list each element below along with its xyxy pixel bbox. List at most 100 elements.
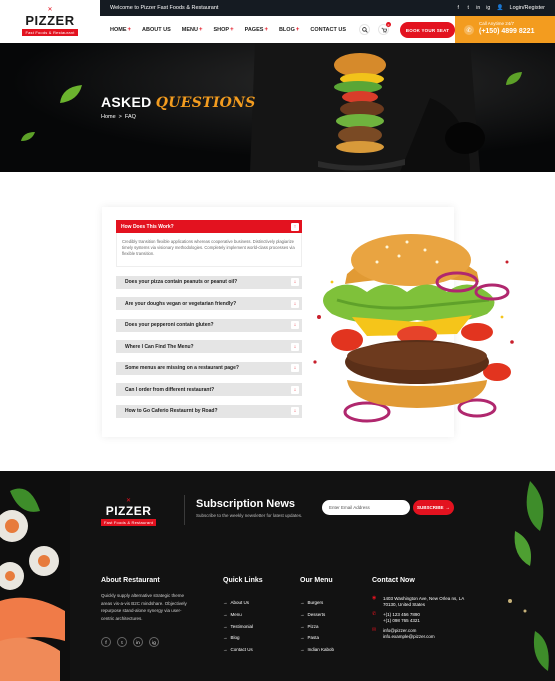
arrow-right-icon: → xyxy=(223,600,228,606)
footer: ✕ PIZZER Fast Foods & Restaurant Subscri… xyxy=(0,471,555,681)
faq-item[interactable]: Some menus are missing on a restaurant p… xyxy=(116,361,302,375)
nav-contact[interactable]: CONTACT US xyxy=(310,27,346,33)
menu-link[interactable]: → Pasta xyxy=(300,632,334,644)
search-icon[interactable] xyxy=(359,24,370,35)
login-register-link[interactable]: Login/Register xyxy=(510,5,545,11)
faq-item-open[interactable]: How Does This Work? ↑ xyxy=(116,220,302,233)
instagram-icon[interactable]: ig xyxy=(149,637,159,647)
chevron-down-icon[interactable]: ↓ xyxy=(291,321,299,329)
chevron-down-icon[interactable]: ↓ xyxy=(291,278,299,286)
quick-link[interactable]: → About Us xyxy=(223,597,253,609)
faq-item[interactable]: Are your doughs vegan or vegetarian frie… xyxy=(116,297,302,310)
about-title: About Restaurant xyxy=(101,577,160,584)
arrow-right-icon: → xyxy=(223,623,228,629)
nav-home[interactable]: HOME + xyxy=(110,27,131,33)
quick-link-label: Blog xyxy=(230,635,240,641)
about-text: Quickly supply alternative strategic the… xyxy=(101,593,187,621)
menu-link-label: Indian Kabob xyxy=(307,647,335,653)
faq-item[interactable]: Does your pizza contain peanuts or peanu… xyxy=(116,275,302,289)
chevron-down-icon[interactable]: ↓ xyxy=(291,342,299,351)
nav-blog[interactable]: BLOG + xyxy=(279,27,299,33)
nav-about-label: ABOUT US xyxy=(142,26,171,33)
call-block[interactable]: ✆ Call Anytime 24/7 (+150) 4899 8221 xyxy=(455,16,555,43)
cart-icon[interactable]: 0 xyxy=(378,22,391,35)
faq-question: Where I Can Find The Menu? xyxy=(125,343,194,350)
nav-pages[interactable]: PAGES + xyxy=(245,27,268,33)
linkedin-icon[interactable]: in xyxy=(133,637,143,647)
subscribe-button[interactable]: SUBSCRIBE → xyxy=(413,500,454,515)
arrow-right-icon: → xyxy=(300,600,305,606)
contact-email[interactable]: ✉ info@pizzer.com info.example@pizzer.co… xyxy=(372,627,472,639)
phone-icon: ✆ xyxy=(464,25,474,35)
faq-answer: Credibly transition flexible application… xyxy=(116,233,302,267)
menu-link-label: Desserts xyxy=(307,612,326,618)
nav-menu[interactable]: MENU + xyxy=(182,27,203,33)
linkedin-icon[interactable]: in xyxy=(476,5,481,11)
topbar-right: f t in ig 👤 Login/Register xyxy=(456,5,545,11)
twitter-icon[interactable]: t xyxy=(117,637,127,647)
faq-question: Does your pizza contain peanuts or peanu… xyxy=(125,279,238,285)
quick-link[interactable]: → Contact Us xyxy=(223,644,253,656)
sushi-image xyxy=(0,471,70,681)
faq-list: How Does This Work? ↑ Credibly transitio… xyxy=(116,220,302,418)
faq-question: Some menus are missing on a restaurant p… xyxy=(125,365,239,371)
header-logo[interactable]: ✕ PIZZER Fast Foods & Restaurant xyxy=(0,0,100,43)
quick-link[interactable]: → Menu xyxy=(223,609,253,621)
user-icon: 👤 xyxy=(496,5,504,11)
subscription-desc: Subscribe to the weekly newsletter for l… xyxy=(196,513,303,518)
plus-icon: + xyxy=(295,26,300,33)
facebook-icon[interactable]: f xyxy=(101,637,111,647)
chevron-up-icon[interactable]: ↑ xyxy=(291,222,299,231)
leaf-icon xyxy=(21,132,35,141)
book-seat-button[interactable]: BOOK YOUR SEAT xyxy=(400,22,455,38)
nav-menu-label: MENU xyxy=(181,26,198,33)
breadcrumb: Home > FAQ xyxy=(101,114,136,120)
faq-item[interactable]: Does your pepperoni contain gluten? ↓ xyxy=(116,318,302,332)
breadcrumb-current: FAQ xyxy=(124,114,136,120)
leaf-icon xyxy=(506,72,522,85)
welcome-text: Welcome to Pizzer Fast Foods & Restauran… xyxy=(110,5,219,11)
topbar: Welcome to Pizzer Fast Foods & Restauran… xyxy=(100,0,555,16)
faq-question: How Does This Work? xyxy=(121,223,174,230)
subscription-title: Subscription News xyxy=(196,498,296,510)
chevron-down-icon[interactable]: ↓ xyxy=(291,299,299,308)
footer-logo[interactable]: ✕ PIZZER Fast Foods & Restaurant xyxy=(101,498,157,526)
menu-link-label: Pizza xyxy=(307,623,319,629)
faq-question: How to Go Caferio Restaurnt by Road? xyxy=(125,408,218,414)
faq-item[interactable]: Where I Can Find The Menu? ↓ xyxy=(116,340,302,353)
call-label: Call Anytime 24/7 xyxy=(479,21,515,26)
arrow-right-icon: → xyxy=(300,623,305,629)
plus-icon: + xyxy=(230,26,234,33)
faq-question: Are your doughs vegan or vegetarian frie… xyxy=(125,300,237,307)
quick-links: → About Us → Menu → Testimonial → Blog → Cont… xyxy=(223,597,253,655)
menu-link[interactable]: → Burgers xyxy=(300,597,334,609)
cart-count-badge: 0 xyxy=(386,22,391,27)
nav-about[interactable]: ABOUT US xyxy=(142,27,171,33)
chevron-down-icon[interactable]: ↓ xyxy=(291,364,299,372)
chevron-down-icon[interactable]: ↓ xyxy=(291,407,299,415)
call-number: (+150) 4899 8221 xyxy=(479,28,535,35)
menu-title: Our Menu xyxy=(300,577,333,584)
menu-link[interactable]: → Desserts xyxy=(300,609,334,621)
chevron-down-icon[interactable]: ↓ xyxy=(291,385,299,394)
quick-link[interactable]: → Blog xyxy=(223,632,253,644)
instagram-icon[interactable]: ig xyxy=(486,5,491,11)
faq-question: Does your pepperoni contain gluten? xyxy=(125,322,214,328)
email-input[interactable] xyxy=(322,500,410,515)
breadcrumb-home[interactable]: Home xyxy=(101,114,116,120)
menu-link[interactable]: → Pizza xyxy=(300,620,334,632)
faq-item[interactable]: Can I order from different restaurant? ↓ xyxy=(116,383,302,396)
page-title-accent: QUESTIONS xyxy=(155,95,256,111)
menu-link-label: Pasta xyxy=(307,635,320,641)
facebook-icon[interactable]: f xyxy=(456,5,461,11)
quick-link[interactable]: → Testimonial xyxy=(223,620,253,632)
menu-link[interactable]: → Indian Kabob xyxy=(300,644,334,656)
faq-item[interactable]: How to Go Caferio Restaurnt by Road? ↓ xyxy=(116,404,302,418)
page-hero: ASKED QUESTIONS Home > FAQ xyxy=(0,43,555,172)
contact-phone[interactable]: ✆ +(1) 123 456 7890 +(1) 098 765 4321 xyxy=(372,611,472,623)
arrow-right-icon: → xyxy=(300,647,305,653)
nav-shop[interactable]: SHOP + xyxy=(213,27,233,33)
menu-link-label: Burgers xyxy=(307,600,324,606)
plus-icon: + xyxy=(127,26,132,33)
twitter-icon[interactable]: t xyxy=(466,5,471,11)
